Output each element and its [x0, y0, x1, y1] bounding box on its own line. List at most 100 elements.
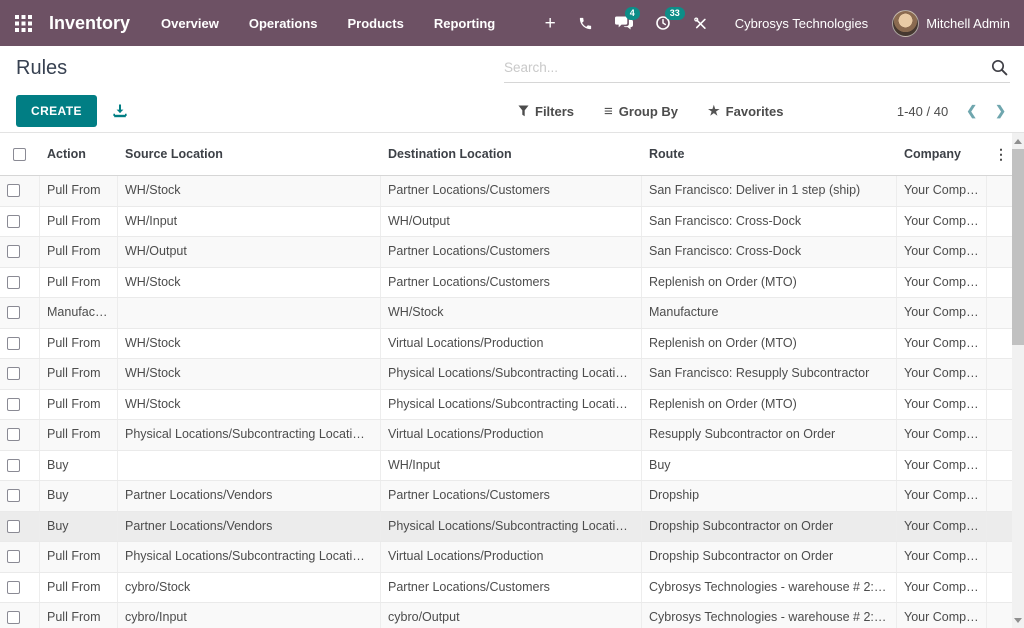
tools-icon: [693, 16, 708, 31]
row-checkbox[interactable]: [7, 428, 20, 441]
download-icon: [112, 103, 128, 119]
cell-options: [987, 420, 1012, 450]
col-header-source[interactable]: Source Location: [118, 147, 381, 161]
table-row[interactable]: Pull From Physical Locations/Subcontract…: [0, 420, 1012, 451]
table-row[interactable]: Manufactu… WH/Stock Manufacture Your Com…: [0, 298, 1012, 329]
row-checkbox[interactable]: [7, 459, 20, 472]
export-button[interactable]: [112, 103, 128, 119]
row-checkbox[interactable]: [7, 520, 20, 533]
row-checkbox[interactable]: [7, 337, 20, 350]
table-row[interactable]: Pull From WH/Stock Physical Locations/Su…: [0, 390, 1012, 421]
cell-destination: Partner Locations/Customers: [381, 176, 642, 206]
row-checkbox-cell: [0, 573, 40, 603]
table-row[interactable]: Buy WH/Input Buy Your Company: [0, 451, 1012, 482]
row-checkbox[interactable]: [7, 276, 20, 289]
cell-route: San Francisco: Deliver in 1 step (ship): [642, 176, 897, 206]
search-button[interactable]: [983, 59, 1010, 76]
cell-source: Partner Locations/Vendors: [118, 512, 381, 542]
phone-icon: [578, 16, 593, 31]
row-checkbox-cell: [0, 451, 40, 481]
cell-destination: Partner Locations/Customers: [381, 237, 642, 267]
favorites-button[interactable]: ★ Favorites: [708, 103, 783, 119]
cell-route: Manufacture: [642, 298, 897, 328]
row-checkbox[interactable]: [7, 184, 20, 197]
user-menu[interactable]: Mitchell Admin: [926, 16, 1010, 31]
cell-company: Your Company: [897, 420, 987, 450]
row-checkbox-cell: [0, 481, 40, 511]
apps-menu-button[interactable]: [0, 0, 45, 46]
col-header-action[interactable]: Action: [40, 147, 118, 161]
row-checkbox[interactable]: [7, 581, 20, 594]
row-checkbox-cell: [0, 207, 40, 237]
quick-create-button[interactable]: +: [534, 0, 567, 46]
groupby-button[interactable]: ≡ Group By: [604, 103, 678, 120]
scroll-down-arrow-icon[interactable]: [1014, 618, 1022, 623]
cell-options: [987, 451, 1012, 481]
select-all-checkbox[interactable]: [13, 148, 26, 161]
cell-company: Your Company: [897, 451, 987, 481]
table-row[interactable]: Pull From WH/Stock Partner Locations/Cus…: [0, 176, 1012, 207]
table-row[interactable]: Pull From WH/Output Partner Locations/Cu…: [0, 237, 1012, 268]
app-name[interactable]: Inventory: [49, 13, 130, 34]
table-row[interactable]: Pull From WH/Stock Partner Locations/Cus…: [0, 268, 1012, 299]
menu-reporting[interactable]: Reporting: [419, 0, 510, 46]
company-switcher[interactable]: Cybrosys Technologies: [735, 16, 868, 31]
cell-action: Pull From: [40, 176, 118, 206]
create-button[interactable]: CREATE: [16, 95, 97, 127]
scrollbar-thumb[interactable]: [1012, 149, 1024, 345]
row-checkbox[interactable]: [7, 398, 20, 411]
cell-options: [987, 481, 1012, 511]
row-checkbox[interactable]: [7, 245, 20, 258]
table-row[interactable]: Pull From cybro/Input cybro/Output Cybro…: [0, 603, 1012, 628]
activities-button[interactable]: 33: [644, 0, 682, 46]
cell-options: [987, 298, 1012, 328]
optional-columns-button[interactable]: ⋮: [987, 146, 1012, 163]
table-row[interactable]: Pull From WH/Input WH/Output San Francis…: [0, 207, 1012, 238]
search-input[interactable]: [504, 60, 983, 75]
search-bar: [504, 53, 1010, 83]
cell-action: Buy: [40, 481, 118, 511]
menu-overview[interactable]: Overview: [146, 0, 234, 46]
table-row[interactable]: Pull From Physical Locations/Subcontract…: [0, 542, 1012, 573]
cell-source: [118, 451, 381, 481]
row-checkbox[interactable]: [7, 550, 20, 563]
table-row[interactable]: Buy Partner Locations/Vendors Physical L…: [0, 512, 1012, 543]
col-header-route[interactable]: Route: [642, 147, 897, 161]
col-header-destination[interactable]: Destination Location: [381, 147, 642, 161]
row-checkbox[interactable]: [7, 306, 20, 319]
cell-company: Your Company: [897, 603, 987, 628]
filters-button[interactable]: Filters: [518, 104, 574, 119]
pager-range: 1-40 / 40: [897, 104, 948, 119]
plus-icon: +: [545, 14, 556, 33]
menu-products[interactable]: Products: [332, 0, 418, 46]
row-checkbox[interactable]: [7, 611, 20, 624]
col-header-company[interactable]: Company: [897, 147, 987, 161]
pager-previous-button[interactable]: ❮: [966, 103, 977, 119]
cell-options: [987, 573, 1012, 603]
table-row[interactable]: Pull From WH/Stock Physical Locations/Su…: [0, 359, 1012, 390]
row-checkbox-cell: [0, 542, 40, 572]
user-avatar[interactable]: [892, 10, 919, 37]
cell-source: Partner Locations/Vendors: [118, 481, 381, 511]
row-checkbox[interactable]: [7, 215, 20, 228]
voip-button[interactable]: [567, 0, 604, 46]
tools-button[interactable]: [682, 0, 719, 46]
cell-route: Replenish on Order (MTO): [642, 329, 897, 359]
row-checkbox[interactable]: [7, 367, 20, 380]
pager-next-button[interactable]: ❯: [995, 103, 1006, 119]
cell-options: [987, 359, 1012, 389]
cell-options: [987, 542, 1012, 572]
cell-destination: WH/Output: [381, 207, 642, 237]
table-row[interactable]: Buy Partner Locations/Vendors Partner Lo…: [0, 481, 1012, 512]
table-row[interactable]: Pull From WH/Stock Virtual Locations/Pro…: [0, 329, 1012, 360]
cell-route: Cybrosys Technologies - warehouse # 2: …: [642, 573, 897, 603]
row-checkbox[interactable]: [7, 489, 20, 502]
messages-button[interactable]: 4: [604, 0, 644, 46]
cell-source: [118, 298, 381, 328]
cell-options: [987, 237, 1012, 267]
table-row[interactable]: Pull From cybro/Stock Partner Locations/…: [0, 573, 1012, 604]
scroll-up-arrow-icon[interactable]: [1014, 139, 1022, 144]
menu-operations[interactable]: Operations: [234, 0, 333, 46]
vertical-scrollbar[interactable]: [1012, 133, 1024, 628]
cell-route: Cybrosys Technologies - warehouse # 2: …: [642, 603, 897, 628]
